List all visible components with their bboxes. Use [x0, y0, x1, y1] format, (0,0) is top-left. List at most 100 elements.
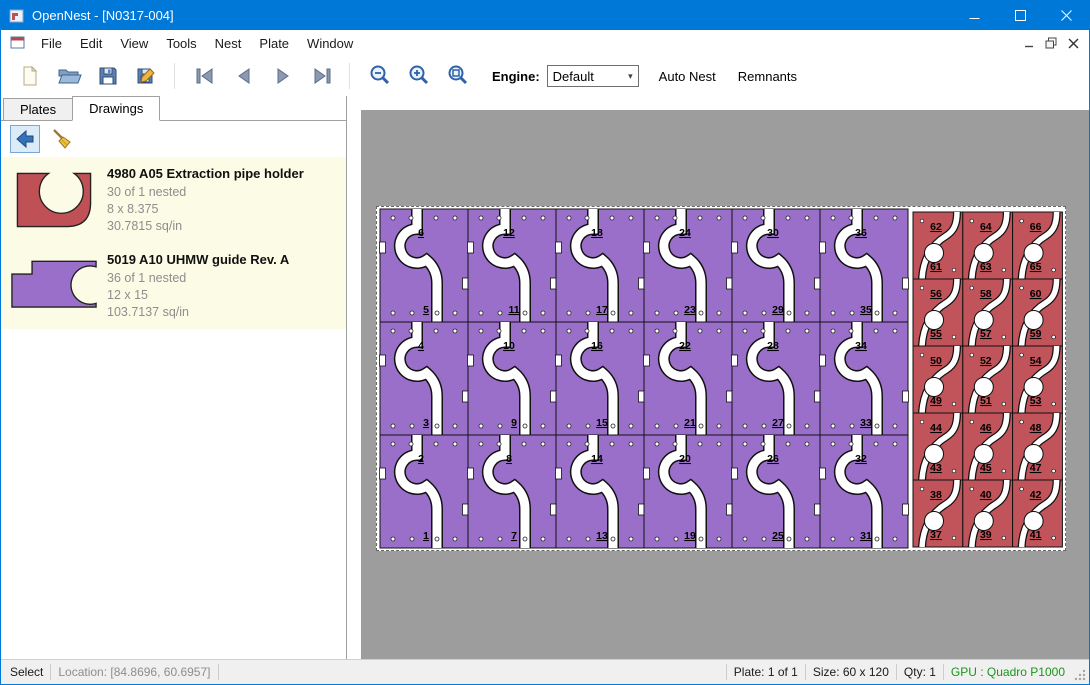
nested-part-pair[interactable]: 40 39: [963, 480, 1013, 547]
nested-part-pair[interactable]: 3635: [820, 209, 909, 322]
minimize-button[interactable]: [951, 1, 997, 30]
chevron-down-icon: ▾: [628, 71, 633, 82]
resize-grip[interactable]: [1073, 668, 1086, 684]
toolbar: Engine: Default ▾ Auto Nest Remnants: [1, 56, 1089, 96]
tab-drawings[interactable]: Drawings: [72, 96, 160, 121]
clean-button[interactable]: [47, 125, 77, 153]
mdi-minimize-button[interactable]: [1018, 33, 1040, 53]
engine-select[interactable]: Default ▾: [547, 65, 639, 87]
nested-part-pair[interactable]: 62 61: [913, 212, 963, 279]
maximize-button[interactable]: [997, 1, 1043, 30]
nested-part-pair[interactable]: 6665: [1013, 212, 1063, 279]
maximize-icon: [1015, 10, 1026, 21]
nested-part-pair[interactable]: 4645: [963, 413, 1013, 480]
nested-part-pair[interactable]: 4241: [1013, 480, 1063, 547]
nested-part-pair[interactable]: 3029: [732, 209, 821, 322]
status-size: Size: 60 x 120: [813, 665, 889, 679]
zoom-out-button[interactable]: [362, 60, 398, 92]
nested-part-pair[interactable]: 5655: [913, 279, 963, 346]
remnants-button[interactable]: Remnants: [736, 63, 799, 90]
nested-part-pair[interactable]: 5453: [1013, 346, 1063, 413]
part-number-label: 13: [596, 530, 608, 542]
part-number-label: 40: [980, 489, 992, 501]
nested-part-pair[interactable]: 2423: [644, 209, 733, 322]
part-number-label: 34: [855, 340, 867, 352]
add-to-nest-button[interactable]: [10, 125, 40, 153]
nested-part-pair[interactable]: 1817: [556, 209, 645, 322]
go-previous-button[interactable]: [226, 60, 262, 92]
nested-part-pair[interactable]: 1211: [468, 209, 557, 322]
nested-part-pair[interactable]: 4443: [913, 413, 963, 480]
nest-layout[interactable]: 6512111817242330293635431091615222128273…: [377, 207, 1065, 550]
nested-part-pair[interactable]: 1615: [556, 322, 645, 435]
part-number-label: 18: [591, 227, 603, 239]
part-number-label: 4: [418, 340, 424, 352]
go-first-button[interactable]: [187, 60, 223, 92]
drawing-list-item[interactable]: 4980 A05 Extraction pipe holder 30 of 1 …: [1, 157, 346, 243]
nested-part-pair[interactable]: 34 33: [820, 322, 909, 435]
mdi-restore-button[interactable]: [1040, 33, 1062, 53]
part-number-label: 46: [980, 422, 992, 434]
nested-part-pair[interactable]: 5857: [963, 279, 1013, 346]
broom-icon: [50, 127, 74, 151]
save-button[interactable]: [90, 60, 126, 92]
menu-nest[interactable]: Nest: [206, 31, 251, 56]
part-number-label: 30: [767, 227, 779, 239]
nested-part-pair[interactable]: 3231: [820, 435, 909, 548]
plate[interactable]: 6512111817242330293635431091615222128273…: [376, 206, 1066, 551]
part-number-label: 39: [980, 529, 992, 541]
nested-part-pair[interactable]: 2221: [644, 322, 733, 435]
menu-tools[interactable]: Tools: [157, 31, 205, 56]
nested-part-pair[interactable]: 1413: [556, 435, 645, 548]
close-button[interactable]: [1043, 1, 1089, 30]
engine-label: Engine:: [492, 69, 540, 84]
go-last-button[interactable]: [304, 60, 340, 92]
menu-window[interactable]: Window: [298, 31, 362, 56]
menubar: FileEditViewToolsNestPlateWindow: [1, 30, 1089, 56]
menu-plate[interactable]: Plate: [250, 31, 298, 56]
tab-plates[interactable]: Plates: [3, 98, 73, 120]
nested-part-pair[interactable]: 5049: [913, 346, 963, 413]
save-as-button[interactable]: [129, 60, 165, 92]
go-next-button[interactable]: [265, 60, 301, 92]
part-number-label: 25: [772, 530, 784, 542]
nested-part-pair[interactable]: 2625: [732, 435, 821, 548]
nested-part-pair[interactable]: 3837: [913, 480, 963, 547]
part-number-label: 63: [980, 261, 992, 273]
drawing-nested-count: 30 of 1 nested: [107, 184, 346, 201]
menu-file[interactable]: File: [32, 31, 71, 56]
part-number-label: 51: [980, 395, 992, 407]
part-number-label: 2: [418, 453, 424, 465]
drawing-area: 103.7137 sq/in: [107, 304, 346, 321]
nested-part-pair[interactable]: 43: [380, 322, 469, 435]
nested-part-pair[interactable]: 5251: [963, 346, 1013, 413]
menu-view[interactable]: View: [111, 31, 157, 56]
drawing-list-item[interactable]: 5019 A10 UHMW guide Rev. A 36 of 1 neste…: [1, 243, 346, 329]
zoom-in-button[interactable]: [401, 60, 437, 92]
nested-part-pair[interactable]: 109: [468, 322, 557, 435]
part-number-label: 11: [508, 304, 519, 316]
nest-canvas[interactable]: 6512111817242330293635431091615222128273…: [347, 96, 1089, 659]
open-folder-button[interactable]: [51, 60, 87, 92]
statusbar-separator: [943, 664, 944, 680]
auto-nest-button[interactable]: Auto Nest: [657, 63, 718, 90]
nested-part-pair[interactable]: 87: [468, 435, 557, 548]
mdi-close-button[interactable]: [1062, 33, 1084, 53]
part-number-label: 62: [930, 221, 942, 233]
part-number-label: 61: [930, 261, 942, 273]
part-number-label: 33: [860, 417, 872, 429]
menu-edit[interactable]: Edit: [71, 31, 111, 56]
zoom-fit-button[interactable]: [440, 60, 476, 92]
nested-part-pair[interactable]: 2019: [644, 435, 733, 548]
nested-part-pair[interactable]: 6463: [963, 212, 1013, 279]
nested-part-pair[interactable]: 21: [380, 435, 469, 548]
nested-part-pair[interactable]: 4847: [1013, 413, 1063, 480]
new-document-icon: [18, 64, 42, 88]
drawing-size: 12 x 15: [107, 287, 346, 304]
mdi-close-icon: [1068, 38, 1079, 49]
nested-part-pair[interactable]: 6059: [1013, 279, 1063, 346]
document-window-icon[interactable]: [10, 36, 26, 50]
nested-part-pair[interactable]: 2827: [732, 322, 821, 435]
new-document-button[interactable]: [12, 60, 48, 92]
nested-part-pair[interactable]: 65: [380, 209, 469, 322]
